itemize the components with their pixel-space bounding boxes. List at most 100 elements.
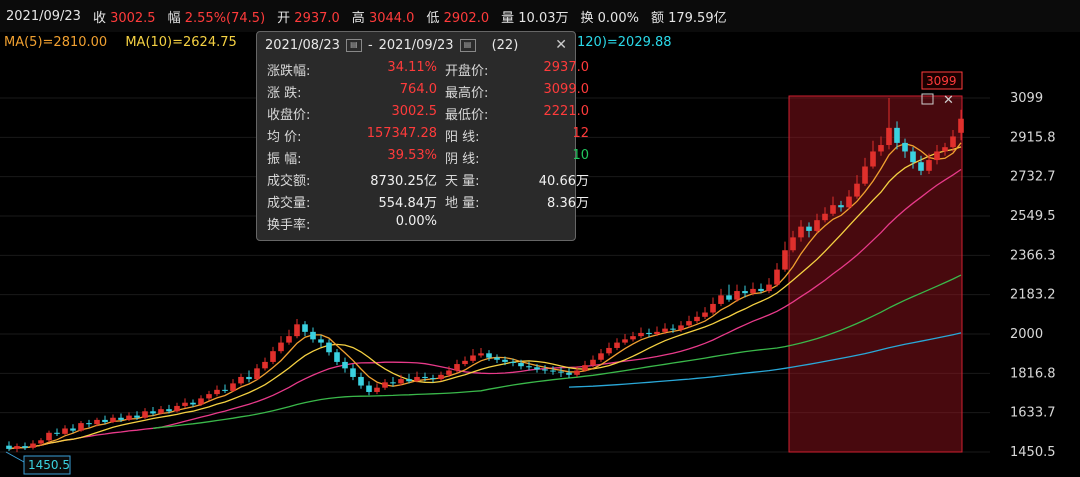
candle-body	[70, 428, 76, 431]
popup-start-date: 2021/08/23	[265, 37, 340, 53]
candle-body	[782, 250, 788, 270]
candle-body	[126, 415, 132, 420]
ma5-legend: MA(5)=2810.00	[4, 35, 108, 50]
candle-body	[310, 331, 316, 340]
close-value: 3002.5	[110, 10, 156, 26]
volume-label: 量	[501, 10, 515, 26]
candle-body	[142, 411, 148, 418]
y-tick-label: 1816.8	[1010, 366, 1056, 381]
candle-body	[958, 118, 964, 133]
candle-body	[478, 353, 484, 356]
candle-body	[934, 151, 940, 161]
candle-body	[718, 295, 724, 304]
popup-stat-v1: 0.00%	[395, 214, 437, 229]
candle-body	[230, 383, 236, 391]
amount-value: 179.59亿	[668, 10, 727, 26]
popup-stat-k2: 开盘价:	[445, 64, 489, 79]
candle-body	[566, 372, 572, 375]
candle-body	[158, 409, 164, 414]
close-icon[interactable]: ✕	[943, 93, 954, 108]
y-tick-label: 1450.5	[1010, 445, 1056, 460]
candle-body	[862, 166, 868, 184]
popup-dash: -	[367, 37, 373, 53]
candle-body	[526, 366, 532, 368]
candle-body	[846, 196, 852, 208]
candle-body	[758, 288, 764, 292]
candle-body	[894, 127, 900, 143]
candle-body	[590, 359, 596, 366]
y-tick-label: 3099	[1010, 91, 1043, 106]
candle-body	[54, 432, 60, 434]
candle-body	[702, 312, 708, 317]
high-marker-label: 3099	[926, 74, 957, 88]
candle-body	[814, 220, 820, 231]
calendar-icon[interactable]: ▤	[345, 38, 362, 52]
candle-body	[262, 361, 268, 369]
popup-stat-k1: 换手率:	[267, 218, 311, 233]
low-marker-label: 1450.5	[28, 458, 70, 472]
candle-body	[166, 409, 172, 412]
candle-body	[110, 417, 116, 423]
popup-stat-k1: 成交量:	[267, 196, 311, 211]
close-icon[interactable]: ✕	[555, 37, 567, 53]
candle-body	[198, 398, 204, 405]
candle-body	[614, 342, 620, 348]
ma-legend: MA(5)=2810.00 MA(10)=2624.75	[4, 35, 251, 50]
popup-count: (22)	[491, 37, 519, 53]
date-text: 2021/09/23	[6, 8, 81, 24]
candle-body	[582, 365, 588, 371]
candle-body	[518, 362, 524, 367]
popup-stat-k1: 成交额:	[267, 174, 311, 189]
popup-stat-k2: 地 量:	[445, 196, 480, 211]
candle-body	[622, 339, 628, 343]
open-value: 2937.0	[294, 10, 340, 26]
popup-stat-k1: 收盘价:	[267, 108, 311, 123]
quote-header: 2021/09/23 收 3002.5 幅 2.55%(74.5) 开 2937…	[0, 0, 1080, 32]
candle-body	[870, 151, 876, 167]
candle-body	[926, 160, 932, 171]
candle-body	[438, 374, 444, 380]
candle-body	[222, 389, 228, 391]
candle-body	[830, 205, 836, 214]
candle-body	[726, 295, 732, 300]
candle-body	[630, 336, 636, 340]
candle-body	[942, 147, 948, 152]
candle-body	[710, 303, 716, 313]
candle-body	[334, 352, 340, 362]
candle-body	[94, 419, 100, 425]
candle-body	[414, 376, 420, 382]
ma10-legend: MA(10)=2624.75	[125, 35, 237, 50]
popup-stat-v2: 40.66万	[538, 174, 589, 189]
popup-stat-k2: 阳 线:	[445, 130, 480, 145]
candle-body	[662, 328, 668, 332]
candle-body	[358, 376, 364, 386]
candle-body	[14, 446, 20, 449]
y-tick-label: 2366.3	[1010, 248, 1056, 263]
y-tick-label: 2549.5	[1010, 209, 1056, 224]
close-label: 收	[92, 10, 106, 26]
candle-body	[246, 376, 252, 380]
volume-value: 10.03万	[518, 10, 569, 26]
candle-body	[6, 445, 12, 449]
popup-stat-k2: 最高价:	[445, 86, 489, 101]
popup-stat-v1: 764.0	[399, 82, 437, 97]
calendar-icon[interactable]: ▤	[459, 38, 476, 52]
popup-stat-k2: 阴 线:	[445, 152, 480, 167]
candle-body	[342, 361, 348, 369]
open-label: 开	[277, 10, 291, 26]
candle-body	[38, 440, 44, 444]
candle-body	[78, 423, 84, 431]
low-value: 2902.0	[443, 10, 490, 26]
range-stats-popup[interactable]: 2021/08/23 ▤ - 2021/09/23 ▤ (22) ✕ 涨跌幅: 3…	[256, 31, 589, 241]
candle-body	[286, 336, 292, 343]
popup-stat-v2: 12	[572, 126, 589, 141]
candle-body	[878, 145, 884, 152]
change-value: 2.55%(74.5)	[184, 10, 266, 26]
candle-body	[654, 331, 660, 334]
candle-body	[734, 291, 740, 300]
candle-body	[766, 284, 772, 292]
candle-body	[270, 351, 276, 362]
candle-body	[510, 361, 516, 363]
popup-stat-v2: 2937.0	[543, 60, 590, 75]
candle-body	[798, 226, 804, 238]
